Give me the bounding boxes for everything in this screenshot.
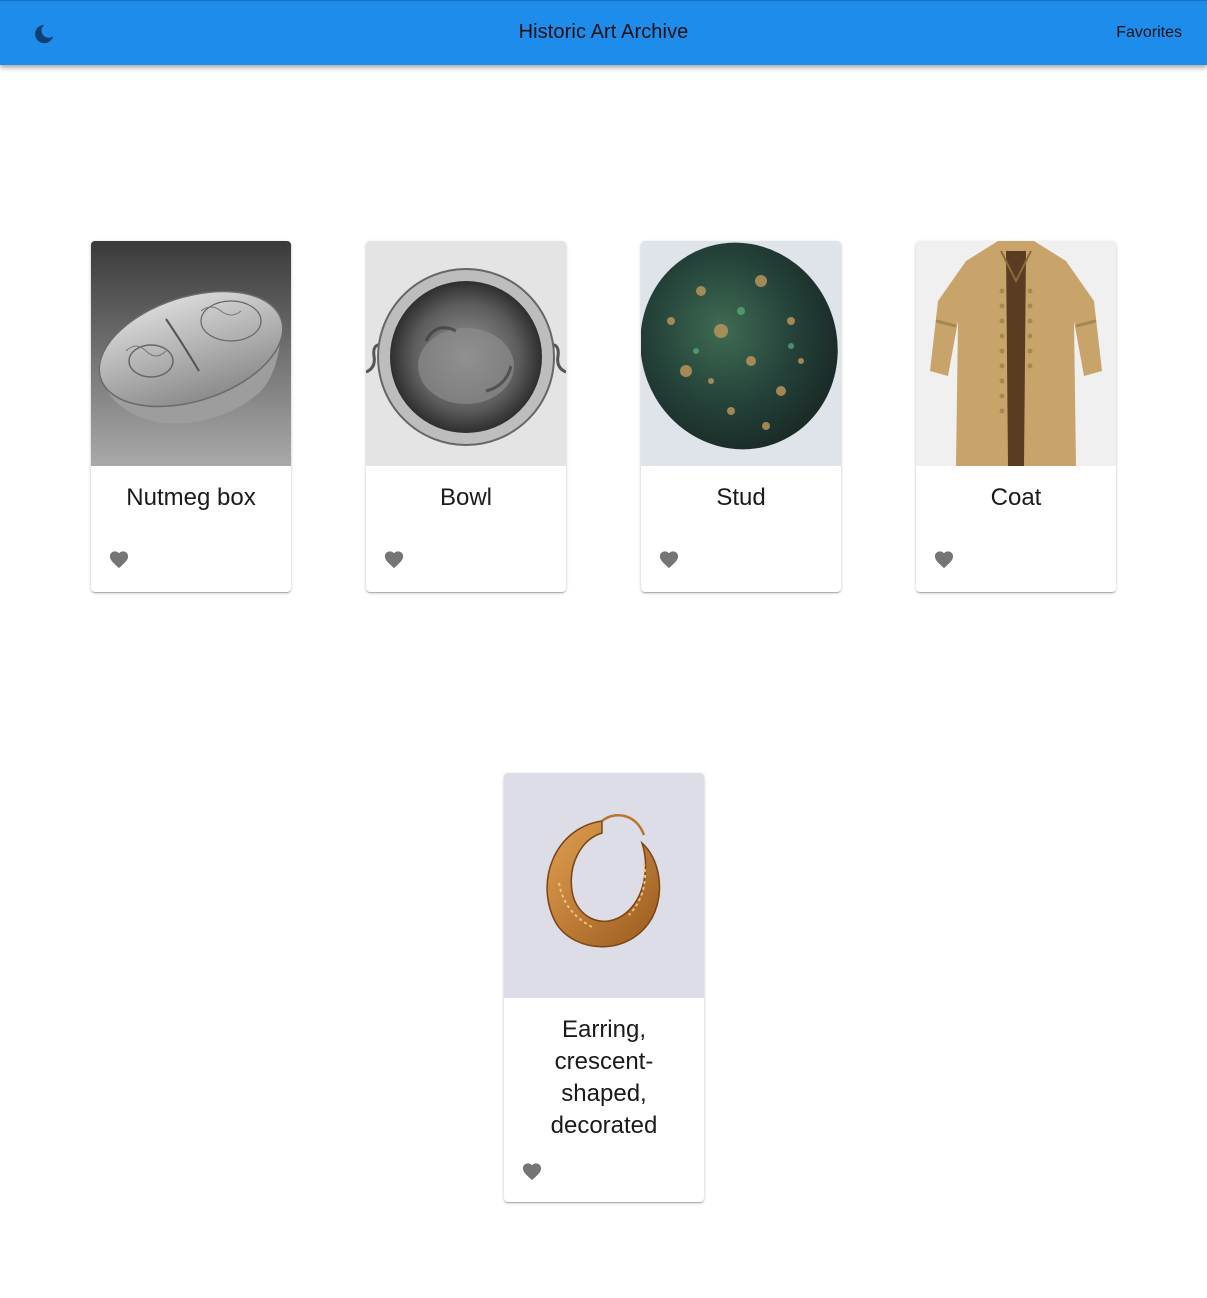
artwork-card[interactable]: Coat	[916, 241, 1116, 592]
card-actions	[504, 1142, 704, 1202]
heart-icon	[109, 551, 129, 569]
card-actions	[641, 530, 841, 592]
favorite-button[interactable]	[653, 543, 685, 575]
artwork-title: Earring, crescent-shaped, decorated	[550, 1016, 658, 1139]
heart-icon	[522, 1163, 542, 1181]
heart-icon	[384, 551, 404, 569]
favorite-button[interactable]	[103, 543, 135, 575]
artwork-title: Nutmeg box	[126, 484, 256, 511]
card-actions	[916, 530, 1116, 592]
artwork-image[interactable]	[91, 241, 291, 466]
favorites-link[interactable]: Favorites	[1116, 24, 1182, 42]
artwork-title: Coat	[990, 484, 1042, 511]
favorite-button[interactable]	[378, 543, 410, 575]
artwork-image[interactable]	[641, 241, 841, 466]
artwork-card[interactable]: Nutmeg box	[91, 241, 291, 592]
artwork-image[interactable]	[504, 773, 704, 998]
artwork-card[interactable]: Bowl	[366, 241, 566, 592]
artwork-image[interactable]	[366, 241, 566, 466]
heart-icon	[659, 551, 679, 569]
app-bar: Historic Art Archive Favorites	[0, 0, 1207, 65]
artwork-card[interactable]: Earring, crescent-shaped, decorated	[504, 773, 704, 1202]
card-actions	[91, 530, 291, 592]
card-actions	[366, 530, 566, 592]
artwork-image[interactable]	[916, 241, 1116, 466]
favorite-button[interactable]	[928, 543, 960, 575]
favorite-button[interactable]	[516, 1155, 548, 1187]
artwork-card[interactable]: Stud	[641, 241, 841, 592]
heart-icon	[934, 551, 954, 569]
artwork-title: Stud	[716, 484, 766, 511]
app-title: Historic Art Archive	[518, 21, 689, 43]
artwork-title: Bowl	[439, 484, 493, 511]
